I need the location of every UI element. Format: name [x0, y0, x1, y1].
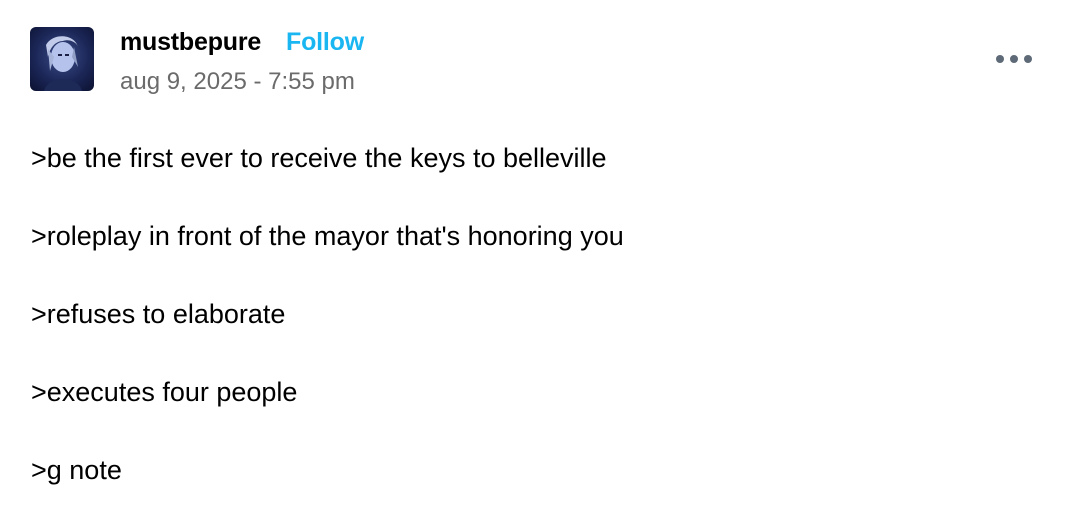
post-timestamp[interactable]: aug 9, 2025 - 7:55 pm — [120, 66, 355, 98]
more-options-icon[interactable] — [992, 48, 1036, 70]
post-line: >be the first ever to receive the keys t… — [31, 143, 607, 173]
menu-dot — [1024, 55, 1032, 63]
post-line: >refuses to elaborate — [31, 299, 286, 329]
follow-button[interactable]: Follow — [286, 26, 364, 58]
menu-dot — [1010, 55, 1018, 63]
post-line: >roleplay in front of the mayor that's h… — [31, 221, 624, 251]
post-body: >be the first ever to receive the keys t… — [31, 141, 1031, 531]
avatar[interactable] — [30, 27, 94, 91]
post-card: mustbepure Follow aug 9, 2025 - 7:55 pm … — [0, 0, 1072, 522]
post-line: >executes four people — [31, 377, 298, 407]
avatar-image — [30, 27, 94, 91]
menu-dot — [996, 55, 1004, 63]
post-line: >g note — [31, 455, 122, 485]
username-link[interactable]: mustbepure — [120, 26, 261, 58]
